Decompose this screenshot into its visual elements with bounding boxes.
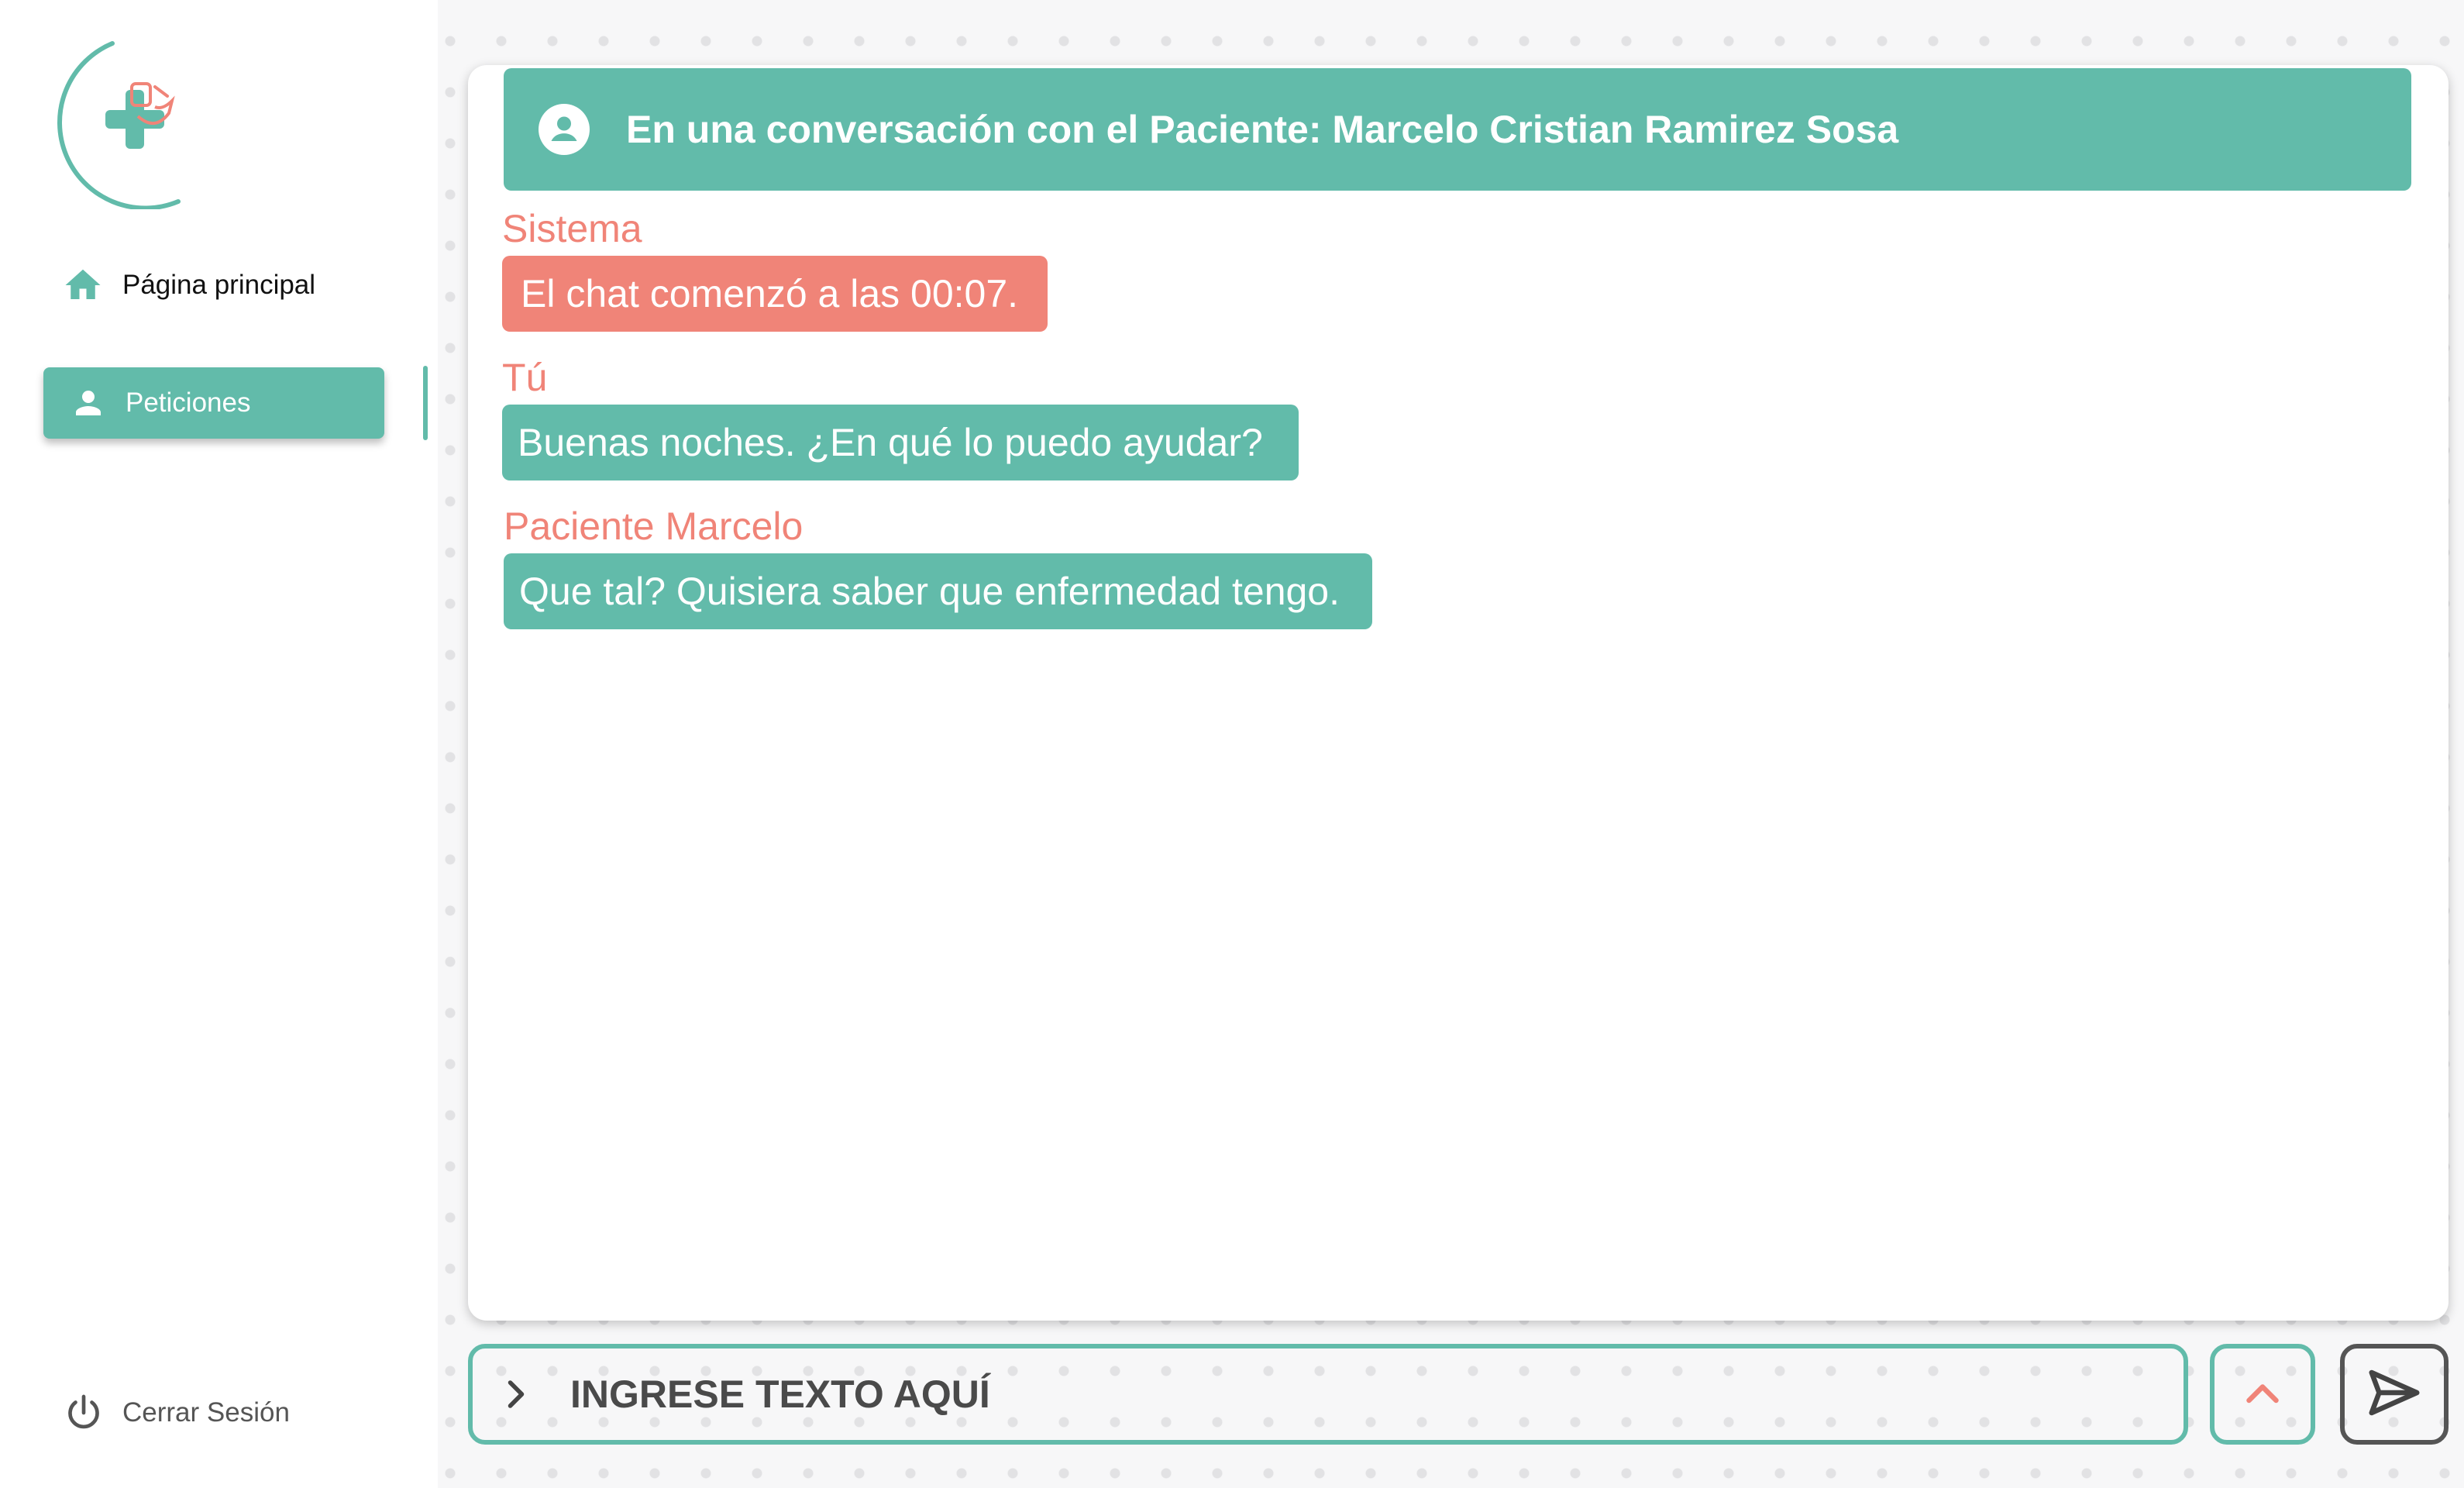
message-sender: Tú — [502, 356, 548, 399]
message-bubble-system: El chat comenzó a las 00:07. — [502, 256, 1048, 332]
send-button[interactable] — [2340, 1344, 2449, 1445]
app-logo — [39, 39, 209, 211]
chat-header: En una conversación con el Paciente: Mar… — [504, 68, 2411, 191]
send-icon — [2364, 1362, 2424, 1427]
chat-panel: En una conversación con el Paciente: Mar… — [468, 65, 2449, 1321]
sidebar-item-peticiones[interactable]: Peticiones — [43, 367, 384, 439]
chevron-right-icon — [493, 1371, 539, 1417]
chevron-up-icon — [2239, 1369, 2286, 1420]
account-circle-icon — [536, 102, 592, 157]
active-indicator — [423, 366, 428, 440]
expand-button[interactable] — [2210, 1344, 2315, 1445]
sidebar-item-label: Página principal — [122, 270, 316, 300]
sidebar: Página principal Peticiones — [0, 0, 438, 1488]
message-bubble-patient: Que tal? Quisiera saber que enfermedad t… — [504, 553, 1373, 629]
power-icon — [62, 1391, 105, 1435]
message-sender: Sistema — [502, 207, 642, 250]
sidebar-item-label: Peticiones — [126, 388, 251, 418]
chat-title: En una conversación con el Paciente: Mar… — [626, 108, 1899, 151]
message-sender: Paciente Marcelo — [504, 505, 804, 548]
home-icon — [62, 264, 104, 306]
logout-label: Cerrar Sesión — [122, 1397, 290, 1428]
person-icon — [70, 384, 107, 422]
logout-button[interactable]: Cerrar Sesión — [62, 1387, 290, 1438]
message-bubble-own: Buenas noches. ¿En qué lo puedo ayudar? — [502, 405, 1299, 480]
message-input-container — [468, 1344, 2188, 1445]
message-input[interactable] — [570, 1372, 2042, 1417]
sidebar-item-home[interactable]: Página principal — [62, 260, 387, 311]
